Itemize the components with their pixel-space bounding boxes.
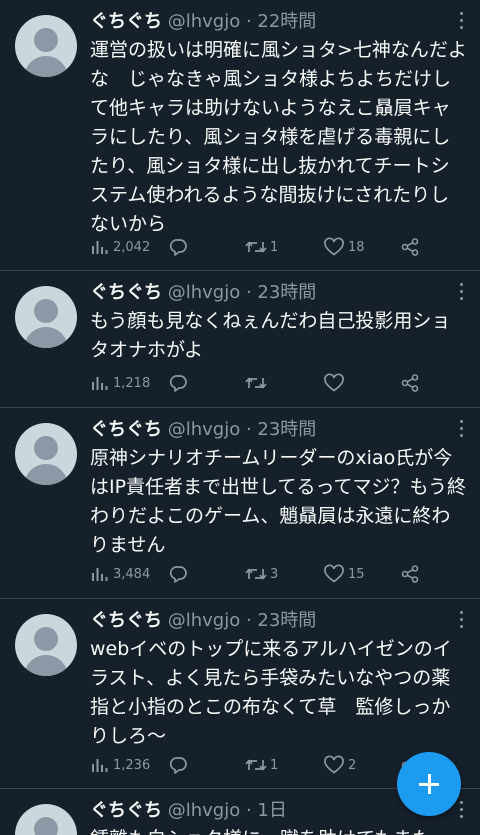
views-icon bbox=[92, 377, 108, 390]
views-button[interactable]: 3,484 bbox=[90, 562, 150, 586]
like-count: 18 bbox=[348, 239, 365, 255]
compose-button[interactable] bbox=[397, 752, 461, 816]
share-icon bbox=[401, 565, 419, 583]
retweet-button[interactable]: 1 bbox=[245, 753, 278, 777]
display-name[interactable]: ぐちぐち bbox=[90, 610, 162, 631]
like-button[interactable] bbox=[323, 371, 348, 395]
tweet-header: ぐちぐち @lhvgjo · 1日 bbox=[90, 799, 440, 823]
more-options-icon[interactable] bbox=[458, 801, 464, 821]
share-icon bbox=[401, 374, 419, 392]
tweet-text: 運営の扱いは明確に風ショタ>七神なんだよな じゃなきゃ風ショタ様よちよちだけして… bbox=[90, 39, 467, 235]
like-icon bbox=[324, 237, 344, 256]
avatar[interactable] bbox=[15, 423, 77, 485]
views-count: 1,218 bbox=[113, 375, 151, 391]
share-button[interactable] bbox=[400, 371, 420, 395]
reply-icon bbox=[169, 757, 187, 774]
more-options-icon[interactable] bbox=[458, 611, 464, 631]
more-options-icon[interactable] bbox=[458, 12, 464, 32]
handle-time: @lhvgjo · 23時間 bbox=[167, 610, 317, 631]
display-name[interactable]: ぐちぐち bbox=[90, 419, 162, 440]
retweet-button[interactable]: 1 bbox=[245, 235, 278, 259]
like-icon bbox=[324, 564, 344, 583]
retweet-icon bbox=[245, 377, 267, 389]
avatar[interactable] bbox=[15, 804, 77, 835]
retweet-icon bbox=[245, 759, 267, 771]
like-button[interactable]: 18 bbox=[323, 235, 365, 259]
views-button[interactable]: 1,236 bbox=[90, 753, 150, 777]
retweet-count: 1 bbox=[270, 239, 279, 255]
tweet-text: webイベのトップに来るアルハイゼンのイラスト、よく見たら手袋みたいなやつの薬指… bbox=[90, 638, 452, 747]
tweet-actions: 1,218 bbox=[90, 371, 440, 395]
tweet-header: ぐちぐち @lhvgjo · 23時間 bbox=[90, 609, 440, 633]
reply-button[interactable] bbox=[168, 753, 191, 777]
display-name[interactable]: ぐちぐち bbox=[90, 800, 162, 821]
retweet-button[interactable] bbox=[245, 371, 270, 395]
views-icon bbox=[92, 759, 108, 772]
share-button[interactable] bbox=[400, 562, 420, 586]
handle-time: @lhvgjo · 23時間 bbox=[167, 282, 317, 303]
views-count: 2,042 bbox=[113, 239, 151, 255]
like-button[interactable]: 2 bbox=[323, 753, 356, 777]
share-icon bbox=[401, 238, 419, 256]
tweet[interactable]: ぐちぐち @lhvgjo · 23時間 原神シナリオチームリーダーのxiao氏が… bbox=[0, 408, 480, 599]
reply-icon bbox=[169, 239, 187, 256]
tweet-text: 原神シナリオチームリーダーのxiao氏が今はIP責任者まで出世してるってマジ？も… bbox=[90, 447, 466, 556]
more-options-icon[interactable] bbox=[458, 420, 464, 440]
share-button[interactable] bbox=[400, 235, 420, 259]
handle-time: @lhvgjo · 22時間 bbox=[167, 11, 317, 32]
views-button[interactable]: 1,218 bbox=[90, 371, 150, 395]
like-button[interactable]: 15 bbox=[323, 562, 365, 586]
reply-icon bbox=[169, 375, 187, 392]
retweet-count: 1 bbox=[270, 757, 279, 773]
reply-button[interactable] bbox=[168, 235, 191, 259]
tweet[interactable]: ぐちぐち @lhvgjo · 22時間 運営の扱いは明確に風ショタ>七神なんだよ… bbox=[0, 0, 480, 271]
tweet-text: もう顔も見なくねぇんだわ自己投影用ショタオナホがよ bbox=[90, 310, 451, 361]
like-count: 15 bbox=[348, 566, 365, 582]
handle-time: @lhvgjo · 23時間 bbox=[167, 419, 317, 440]
views-icon bbox=[92, 568, 108, 581]
views-button[interactable]: 2,042 bbox=[90, 235, 150, 259]
avatar[interactable] bbox=[15, 15, 77, 77]
tweet-actions: 2,042 1 18 bbox=[90, 235, 440, 259]
retweet-button[interactable]: 3 bbox=[245, 562, 278, 586]
tweet-header: ぐちぐち @lhvgjo · 22時間 bbox=[90, 10, 440, 34]
display-name[interactable]: ぐちぐち bbox=[90, 282, 162, 303]
tweet[interactable]: ぐちぐち @lhvgjo · 23時間 もう顔も見なくねぇんだわ自己投影用ショタ… bbox=[0, 271, 480, 408]
tweet-header: ぐちぐち @lhvgjo · 23時間 bbox=[90, 281, 440, 305]
views-icon bbox=[92, 241, 108, 254]
more-options-icon[interactable] bbox=[458, 283, 464, 303]
retweet-count: 3 bbox=[270, 566, 279, 582]
tweet-text: 鍾離も白ショタ様に一蹴を助けてもまた bbox=[90, 825, 468, 835]
like-icon bbox=[324, 755, 344, 774]
reply-button[interactable] bbox=[168, 562, 191, 586]
like-count: 2 bbox=[348, 757, 357, 773]
reply-icon bbox=[169, 566, 187, 583]
views-count: 1,236 bbox=[113, 757, 151, 773]
handle-time: @lhvgjo · 1日 bbox=[167, 800, 287, 821]
tweet-actions: 1,236 1 2 bbox=[90, 753, 440, 777]
like-icon bbox=[324, 373, 344, 392]
retweet-icon bbox=[245, 568, 267, 580]
avatar[interactable] bbox=[15, 286, 77, 348]
avatar[interactable] bbox=[15, 614, 77, 676]
retweet-icon bbox=[245, 241, 267, 253]
views-count: 3,484 bbox=[113, 566, 151, 582]
tweet-actions: 3,484 3 15 bbox=[90, 562, 440, 586]
display-name[interactable]: ぐちぐち bbox=[90, 11, 162, 32]
reply-button[interactable] bbox=[168, 371, 191, 395]
tweet-header: ぐちぐち @lhvgjo · 23時間 bbox=[90, 418, 440, 442]
